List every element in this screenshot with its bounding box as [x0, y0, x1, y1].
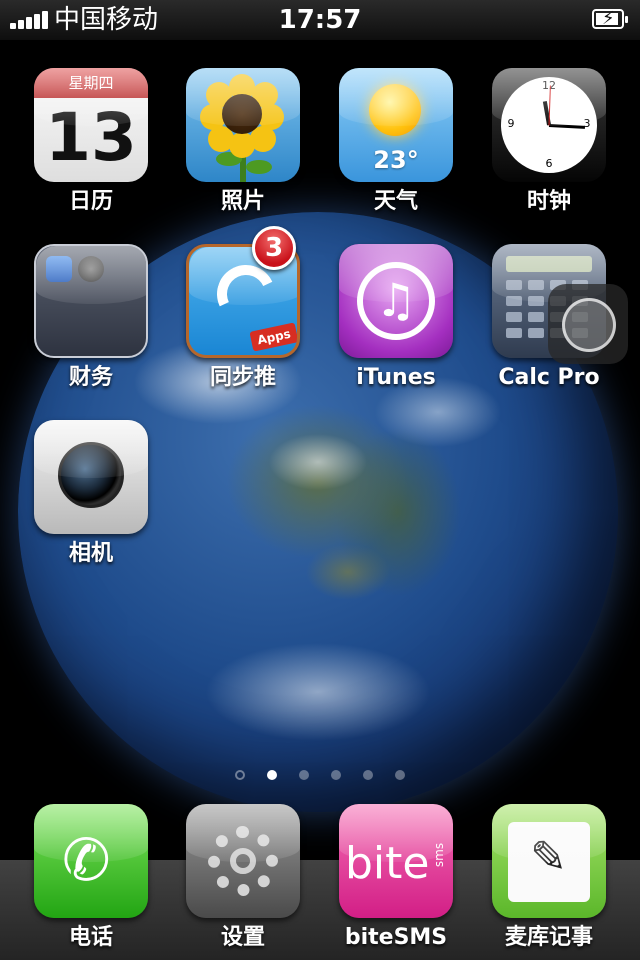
calc-key [506, 312, 522, 322]
folder-icon [34, 244, 148, 358]
flower-center [222, 94, 262, 134]
charging-bolt-icon: ⚡ [602, 8, 615, 29]
clock-tick-9: 9 [507, 117, 515, 130]
notification-badge: 3 [252, 226, 296, 270]
phone-icon: ✆ [34, 804, 148, 918]
app-label-finance: 财务 [68, 365, 113, 390]
app-notes[interactable]: ✎ 麦库记事 [474, 804, 624, 954]
app-label-photos: 照片 [220, 189, 265, 214]
app-label-settings: 设置 [220, 925, 265, 950]
pen-icon: ✎ [530, 832, 567, 883]
clock-tick-6: 6 [545, 157, 553, 170]
app-photos[interactable]: 照片 [168, 68, 318, 218]
gear-inner [230, 848, 256, 874]
calendar-weekday: 星期四 [34, 68, 148, 98]
page-dot[interactable] [299, 769, 309, 780]
apps-tag: Apps [249, 322, 297, 352]
app-bitesms[interactable]: bite sms biteSMS [321, 804, 471, 954]
weather-sun-icon: 23° [339, 68, 453, 182]
app-calendar[interactable]: 星期四 13 日历 [16, 68, 166, 218]
app-phone[interactable]: ✆ 电话 [16, 804, 166, 954]
camera-lens [58, 442, 124, 508]
calc-key [528, 328, 544, 338]
folder-finance[interactable]: 财务 [16, 244, 166, 394]
calculator-display [506, 256, 592, 272]
camera-icon [34, 420, 148, 534]
app-tongbutui[interactable]: Apps 同步推 [168, 244, 318, 394]
calc-key [528, 296, 544, 306]
music-note-icon: ♫ [357, 262, 435, 340]
clock-face: 12 3 6 9 [501, 77, 597, 173]
spotlight-search-icon[interactable] [235, 769, 245, 780]
calendar-icon: 星期四 13 [34, 68, 148, 182]
calc-key [506, 296, 522, 306]
second-hand [548, 85, 551, 126]
app-settings[interactable]: 设置 [168, 804, 318, 954]
weather-temperature: 23° [373, 146, 419, 174]
status-bar: 中国移动 17:57 ⚡ [0, 0, 640, 40]
qq-mini-icon [46, 256, 72, 282]
calc-key [506, 280, 522, 290]
page-indicator[interactable] [0, 764, 640, 780]
app-itunes[interactable]: ♫ iTunes [321, 244, 471, 394]
app-label-calc-pro: Calc Pro [498, 365, 600, 390]
app-label-bitesms: biteSMS [344, 925, 448, 950]
app-label-calendar: 日历 [68, 189, 113, 214]
sms-wordmark: sms [432, 842, 447, 868]
calendar-day: 13 [45, 99, 137, 176]
sun [369, 84, 421, 136]
app-weather[interactable]: 23° 天气 [321, 68, 471, 218]
app-camera[interactable]: 相机 [16, 420, 166, 570]
app-clock[interactable]: 12 3 6 9 时钟 [474, 68, 624, 218]
app-label-weather: 天气 [373, 189, 418, 214]
bitesms-icon: bite sms [339, 804, 453, 918]
page-dot[interactable] [363, 769, 373, 780]
app-label-phone: 电话 [68, 925, 113, 950]
sunflower-icon [186, 68, 300, 182]
speedometer-mini-icon [78, 256, 104, 282]
page-dot[interactable] [395, 769, 405, 780]
app-label-camera: 相机 [68, 541, 113, 566]
app-label-clock: 时钟 [526, 189, 571, 214]
calc-key [506, 328, 522, 338]
app-label-notes: 麦库记事 [504, 925, 593, 950]
gear-icon [186, 804, 300, 918]
status-time: 17:57 [278, 5, 362, 35]
calc-key [528, 280, 544, 290]
battery-icon: ⚡ [592, 8, 628, 29]
clock-icon: 12 3 6 9 [492, 68, 606, 182]
app-label-tongbutui: 同步推 [209, 365, 276, 390]
page-dot-active[interactable] [267, 769, 277, 780]
handset-glyph: ✆ [62, 826, 111, 894]
notes-icon: ✎ [492, 804, 606, 918]
minute-hand [548, 124, 586, 129]
itunes-icon: ♫ [339, 244, 453, 358]
page-dot[interactable] [331, 769, 341, 780]
calc-key [528, 312, 544, 322]
leaf [246, 160, 272, 174]
assistive-touch-button[interactable] [548, 284, 628, 364]
bite-wordmark: bite [345, 838, 430, 889]
home-screen: 中国移动 17:57 ⚡ 星期四 13 日历 照片 23° 天气 3 6 9 时… [0, 0, 640, 960]
app-label-itunes: iTunes [356, 365, 436, 390]
clock-tick-3: 3 [583, 117, 591, 130]
